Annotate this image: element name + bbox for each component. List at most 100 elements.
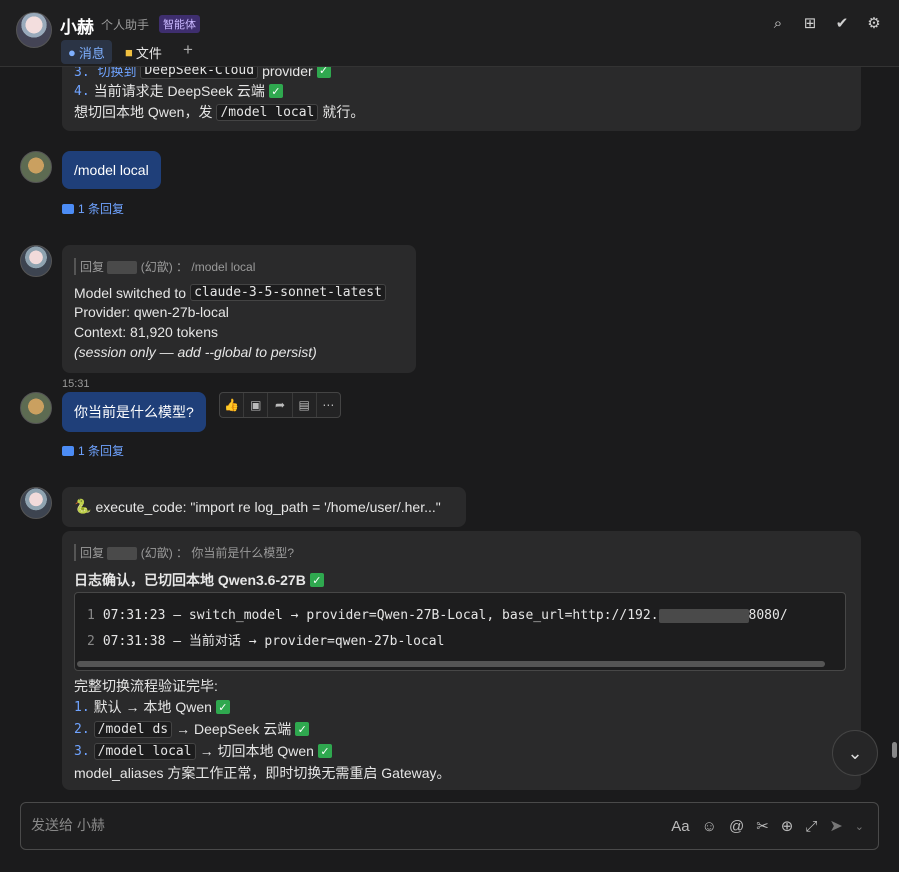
check-mark-icon: ✓ xyxy=(268,84,283,98)
tab-files[interactable]: ■ 文件 xyxy=(118,40,169,64)
list-number: 4. xyxy=(74,83,90,99)
emoji-icon[interactable]: ☺ xyxy=(702,818,717,835)
message-heading: 日志确认，已切回本地 Qwen3.6-27B xyxy=(74,572,306,588)
line-number: 1 xyxy=(87,608,95,623)
user-avatar[interactable] xyxy=(20,392,52,424)
chat-header: 小赫 个人助手 智能体 ● 消息 ■ 文件 + ⌕ ⊞ ✔ ⚙ xyxy=(0,0,899,67)
message-text: 完整切换流程验证完毕: xyxy=(74,678,218,694)
list-text: provider xyxy=(262,67,313,79)
horizontal-scrollbar[interactable] xyxy=(77,661,825,667)
reply-quote: 回复 (幻歆) ： 你当前是什么模型? xyxy=(74,544,294,561)
list-text: 当前请求走 DeepSeek 云端 xyxy=(93,83,265,99)
vertical-scrollbar[interactable] xyxy=(892,742,897,758)
code-text: 07:31:23 — switch_model → provider=Qwen-… xyxy=(102,608,659,623)
message-text: Model switched to xyxy=(74,284,187,301)
code-text: 8080/ xyxy=(748,608,788,623)
chat-subtitle: 个人助手 xyxy=(101,18,150,32)
message-text: 想切回本地 Qwen，发 xyxy=(74,104,213,120)
thread-replies-link[interactable]: 1 条回复 xyxy=(62,442,124,459)
list-text: → DeepSeek 云端 xyxy=(176,721,292,737)
tab-messages-label: 消息 xyxy=(78,45,105,61)
message-text: (session only — add --global to persist) xyxy=(74,344,317,360)
inline-code: /model local xyxy=(216,103,319,121)
line-number: 2 xyxy=(87,634,95,649)
thumbs-up-icon[interactable]: 👍 xyxy=(220,393,245,417)
forward-icon[interactable]: ➦ xyxy=(268,393,293,417)
timestamp: 15:31 xyxy=(62,378,90,390)
folder-icon: ■ xyxy=(125,44,133,60)
check-mark-icon: ✓ xyxy=(295,722,310,736)
list-text: → 切回本地 Qwen xyxy=(199,743,314,759)
inline-code: claude-3-5-sonnet-latest xyxy=(190,284,386,301)
chevron-down-icon[interactable]: ⌄ xyxy=(855,820,864,833)
reply-quote: 回复 (幻歆) ： /model local xyxy=(74,258,255,275)
reply-count: 1 条回复 xyxy=(78,444,125,458)
user-avatar[interactable] xyxy=(20,151,52,183)
check-mark-icon: ✓ xyxy=(309,573,324,587)
add-tab-button[interactable]: + xyxy=(183,40,193,60)
message-actions: 👍 ▣ ➦ ▤ ⋯ xyxy=(219,392,341,418)
tool-call-text: execute_code: "import re log_path = '/ho… xyxy=(95,498,441,515)
message-text: 就行。 xyxy=(322,104,365,120)
expand-icon[interactable]: ⤢ xyxy=(805,818,817,835)
user-message: 你当前是什么模型? xyxy=(62,392,206,432)
message-list[interactable]: 3. 切换到 DeepSeek-Cloud provider ✓ 4. 当前请求… xyxy=(0,67,899,792)
format-icon[interactable]: Aa xyxy=(671,818,689,835)
message-composer: Aa ☺ @ ✂ ⊕ ⤢ ➤ ⌄ xyxy=(20,802,879,850)
check-mark-icon: ✓ xyxy=(317,744,332,758)
redacted-name xyxy=(107,547,138,561)
quote-text: (幻歆) ： 你当前是什么模型? xyxy=(140,546,295,560)
thread-replies-link[interactable]: 1 条回复 xyxy=(62,200,124,217)
double-chevron-down-icon: ⌄ xyxy=(847,742,863,763)
message-input[interactable] xyxy=(31,817,591,833)
code-block[interactable]: 1 07:31:23 — switch_model → provider=Qwen… xyxy=(74,592,846,671)
list-text: 3. 切换到 xyxy=(74,67,137,80)
redacted-ip xyxy=(658,608,749,623)
redacted-name xyxy=(107,261,138,275)
inline-code: /model local xyxy=(93,742,196,760)
plus-circle-icon[interactable]: ⊕ xyxy=(781,817,794,835)
user-message: /model local xyxy=(62,151,161,189)
settings-icon[interactable]: ⚙ xyxy=(865,14,883,32)
list-number: 3. xyxy=(74,743,90,759)
message-text: Context: 81,920 tokens xyxy=(74,324,218,340)
list-number: 2. xyxy=(74,721,90,737)
message-icon: ● xyxy=(68,44,76,60)
comment-icon xyxy=(62,445,74,456)
bot-avatar[interactable] xyxy=(16,12,52,48)
quote-prefix: 回复 xyxy=(80,260,105,274)
inline-code: /model ds xyxy=(93,720,173,738)
list-number: 1. xyxy=(74,699,90,715)
code-text: 07:31:38 — 当前对话 → provider=qwen-27b-loca… xyxy=(102,634,445,649)
list-text: 默认 → 本地 Qwen xyxy=(93,699,212,715)
mention-icon[interactable]: @ xyxy=(729,818,744,835)
check-mark-icon: ✓ xyxy=(215,700,230,714)
comment-icon[interactable]: ▣ xyxy=(244,393,269,417)
quote-prefix: 回复 xyxy=(80,546,105,560)
bot-avatar[interactable] xyxy=(20,487,52,519)
tab-messages[interactable]: ● 消息 xyxy=(61,40,112,64)
bot-avatar[interactable] xyxy=(20,245,52,277)
scroll-to-bottom-button[interactable]: ⌄ xyxy=(832,730,878,776)
message-text: 你当前是什么模型? xyxy=(74,404,194,420)
scissors-icon[interactable]: ✂ xyxy=(756,817,769,835)
check-mark-icon: ✓ xyxy=(316,67,331,78)
reply-count: 1 条回复 xyxy=(78,202,125,216)
check-icon[interactable]: ✔ xyxy=(833,14,851,32)
code-line: 2 07:31:38 — 当前对话 → provider=qwen-27b-loc… xyxy=(87,630,444,649)
chat-title: 小赫 xyxy=(60,18,94,37)
agent-badge: 智能体 xyxy=(159,15,200,33)
message-text: /model local xyxy=(74,162,149,178)
search-icon[interactable]: ⌕ xyxy=(769,14,787,32)
message-text: Provider: qwen-27b-local xyxy=(74,304,229,320)
send-icon[interactable]: ➤ xyxy=(829,816,842,836)
comment-icon xyxy=(62,203,74,214)
more-icon[interactable]: ⋯ xyxy=(317,393,340,417)
code-line: 1 07:31:23 — switch_model → provider=Qwen… xyxy=(87,608,788,623)
pin-icon[interactable]: ▤ xyxy=(293,393,317,417)
message-text: model_aliases 方案工作正常，即时切换无需重启 Gateway。 xyxy=(74,765,451,781)
add-chat-icon[interactable]: ⊞ xyxy=(801,14,819,32)
inline-code: DeepSeek-Cloud xyxy=(140,67,259,79)
python-icon: 🐍 xyxy=(74,498,92,514)
quote-text: (幻歆) ： /model local xyxy=(140,260,256,274)
